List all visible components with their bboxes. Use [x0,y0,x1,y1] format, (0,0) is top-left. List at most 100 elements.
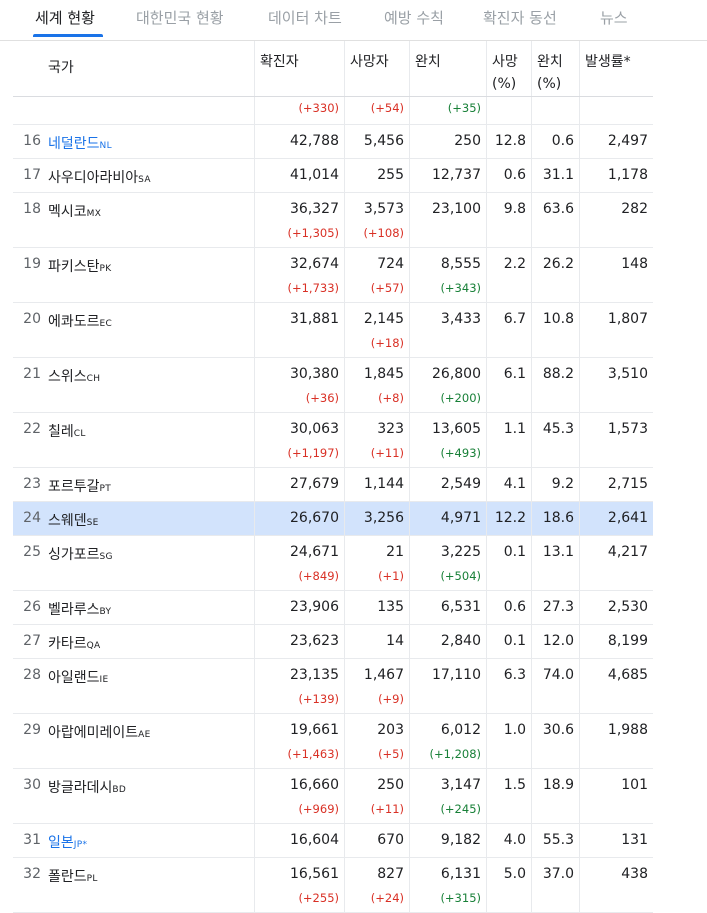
incidence-cell: 438 [579,858,653,912]
table-row[interactable]: 19 파키스탄PK 32,674 (+1,733) 724 (+57) 8,555 (+343… [13,248,653,303]
tab-news[interactable]: 뉴스 [600,7,628,28]
recovered-delta: (+315) [440,891,481,905]
column-header-deaths[interactable]: 사망자 [344,41,409,96]
death-rate-cell: 0.1 [486,536,531,590]
rank-number: 23 [23,476,41,492]
confirmed-value: 16,660 [290,777,339,793]
table-row[interactable]: 25 싱가포르SG 24,671 (+849) 21 (+1) 3,225 (+504) 0.1… [13,536,653,591]
tab-patient-routes[interactable]: 확진자 동선 [483,7,557,28]
deaths-cell: 323 (+11) [344,413,409,467]
recovery-rate-cell: 10.8 [531,303,579,357]
table-row[interactable]: 23 포르투갈PT 27,679 1,144 2,549 4.1 9.2 2,715 [13,468,653,502]
death-rate-value: 1.5 [503,777,526,793]
tab-world-status[interactable]: 세계 현황 [35,7,95,28]
country-cell: 32 폴란드PL [13,858,254,912]
incidence-cell: 4,685 [579,659,653,713]
recovery-rate-value: 88.2 [542,366,574,382]
country-cell: 24 스웨덴SE [13,502,254,535]
table-row[interactable]: 18 멕시코MX 36,327 (+1,305) 3,573 (+108) 23,100 9.… [13,193,653,248]
country-name-text: 멕시코 [48,204,87,220]
incidence-cell: 1,988 [579,714,653,768]
table-row[interactable]: 17 사우디아라비아SA 41,014 255 12,737 0.6 31.1 1,178 [13,159,653,193]
table-row[interactable]: 26 벨라루스BY 23,906 135 6,531 0.6 27.3 2,530 [13,591,653,625]
confirmed-value: 36,327 [290,201,339,217]
tab-korea-status[interactable]: 대한민국 현황 [136,7,224,28]
confirmed-value: 16,604 [290,832,339,848]
column-header-country[interactable]: 국가 [13,41,254,96]
table-row[interactable]: 21 스위스CH 30,380 (+36) 1,845 (+8) 26,800 (+200) 6… [13,358,653,413]
table-row-partial[interactable]: (+330) (+54) (+35) [13,97,653,125]
incidence-value: 282 [621,201,648,217]
confirmed-value: 23,906 [290,599,339,615]
country-name-text: 사우디아라비아 [48,170,139,186]
recovery-rate-cell: 88.2 [531,358,579,412]
table-row[interactable]: 31 일본JP* 16,604 670 9,182 4.0 55.3 131 [13,824,653,858]
table-row[interactable]: 22 칠레CL 30,063 (+1,197) 323 (+11) 13,605 (+493)… [13,413,653,468]
incidence-cell: 4,217 [579,536,653,590]
column-header-incidence[interactable]: 발생률* [579,41,653,96]
deaths-value: 1,467 [363,667,404,683]
confirmed-value: 16,561 [290,866,339,882]
deaths-delta: (+18) [370,336,404,350]
deaths-delta: (+5) [378,747,404,761]
recovered-delta: (+245) [440,802,481,816]
table-row[interactable]: 20 에콰도르EC 31,881 2,145 (+18) 3,433 6.7 10.8 1,80… [13,303,653,358]
incidence-value: 8,199 [607,633,648,649]
column-header-recovery-rate[interactable]: 완치 (%) [531,41,579,96]
table-row[interactable]: 32 폴란드PL 16,561 (+255) 827 (+24) 6,131 (+315) 5.… [13,858,653,913]
confirmed-cell: 23,623 [254,625,344,658]
recovered-cell: 12,737 [409,159,486,192]
table-row[interactable]: 30 방글라데시BD 16,660 (+969) 250 (+11) 3,147 (+245)… [13,769,653,824]
table-row[interactable]: 27 카타르QA 23,623 14 2,840 0.1 12.0 8,199 [13,625,653,659]
country-name: 싱가포르SG [48,544,113,564]
country-cell: 27 카타르QA [13,625,254,658]
column-header-recovered[interactable]: 완치 [409,41,486,96]
country-name-text: 포르투갈 [48,479,100,495]
deaths-value: 724 [377,256,404,272]
confirmed-delta: (+969) [298,802,339,816]
death-rate-cell: 4.0 [486,824,531,857]
country-name: 사우디아라비아SA [48,167,151,187]
incidence-cell: 131 [579,824,653,857]
recovered-cell: 3,433 [409,303,486,357]
recovery-rate-value: 74.0 [542,667,574,683]
deaths-value: 250 [377,777,404,793]
recovery-rate-value: 18.9 [542,777,574,793]
table-row[interactable]: 29 아랍에미레이트AE 19,661 (+1,463) 203 (+5) 6,012 (+1… [13,714,653,769]
column-header-death-rate[interactable]: 사망 (%) [486,41,531,96]
death-rate-value: 1.1 [503,421,526,437]
active-tab-indicator [33,34,103,37]
recovery-rate-value: 18.6 [542,510,574,526]
tab-data-chart[interactable]: 데이터 차트 [268,7,342,28]
death-rate-cell: 0.6 [486,159,531,192]
tab-prevention[interactable]: 예방 수칙 [384,7,444,28]
confirmed-value: 27,679 [290,476,339,492]
country-name[interactable]: 일본JP* [48,832,87,852]
incidence-cell [579,97,653,124]
country-code: BY [99,607,112,617]
death-rate-cell: 12.8 [486,125,531,158]
table-row[interactable]: 16 네덜란드NL 42,788 5,456 250 12.8 0.6 2,497 [13,125,653,159]
deaths-delta: (+1) [378,569,404,583]
country-name-text: 방글라데시 [48,780,113,796]
country-code: JP* [73,840,88,850]
country-code: IE [99,675,109,685]
recovery-rate-value: 12.0 [542,633,574,649]
confirmed-cell: 30,380 (+36) [254,358,344,412]
table-row[interactable]: 28 아일랜드IE 23,135 (+139) 1,467 (+9) 17,110 6.3 74… [13,659,653,714]
table-row[interactable]: 24 스웨덴SE 26,670 3,256 4,971 12.2 18.6 2,641 [13,502,653,536]
death-rate-cell: 1.1 [486,413,531,467]
country-cell: 21 스위스CH [13,358,254,412]
confirmed-delta: (+255) [298,891,339,905]
country-name: 스위스CH [48,366,100,386]
recovery-rate-value: 10.8 [542,311,574,327]
country-name[interactable]: 네덜란드NL [48,133,112,153]
confirmed-cell: 24,671 (+849) [254,536,344,590]
deaths-cell: 1,845 (+8) [344,358,409,412]
column-header-confirmed[interactable]: 확진자 [254,41,344,96]
death-rate-cell: 1.5 [486,769,531,823]
confirmed-delta: (+1,463) [287,747,339,761]
confirmed-cell: 32,674 (+1,733) [254,248,344,302]
recovery-rate-cell: 30.6 [531,714,579,768]
deaths-delta: (+9) [378,692,404,706]
